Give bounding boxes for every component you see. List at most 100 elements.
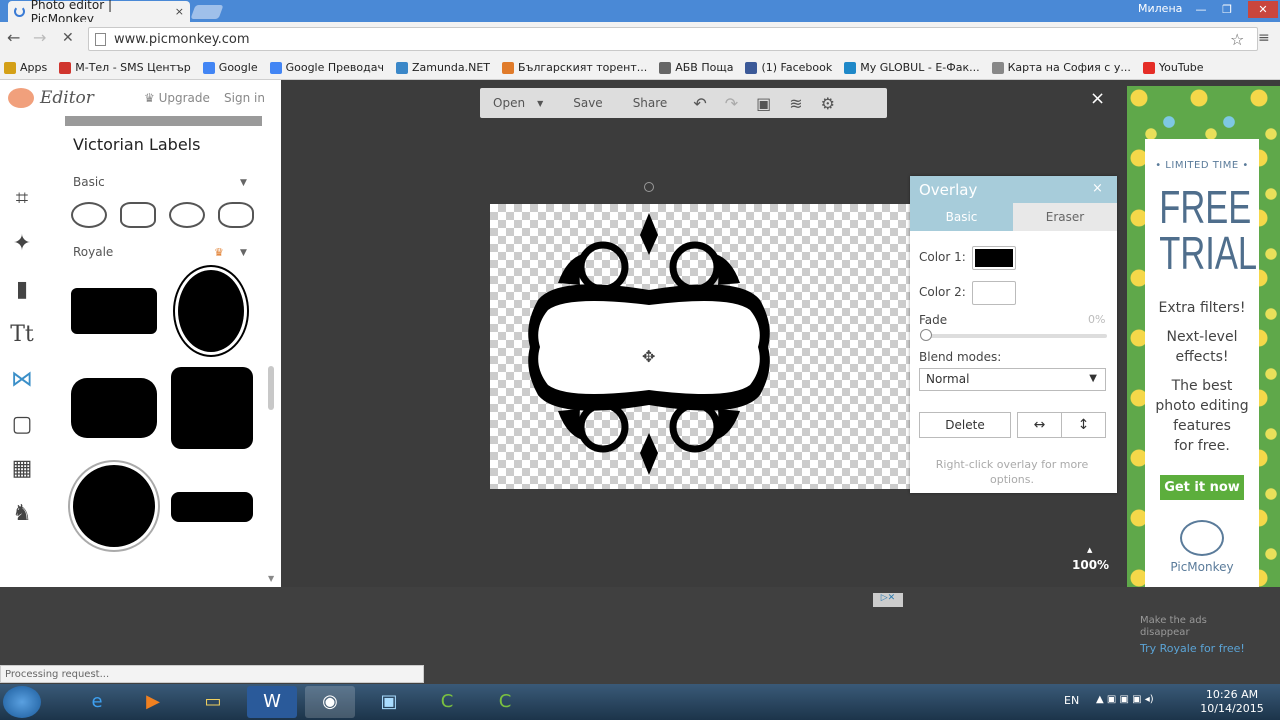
text-icon[interactable]: Tt xyxy=(8,322,36,350)
basic-label-2[interactable] xyxy=(120,202,156,228)
color1-swatch[interactable] xyxy=(972,246,1016,270)
bookmark-item[interactable]: Apps xyxy=(4,61,47,74)
bookmark-item[interactable]: АБВ Поща xyxy=(659,61,733,74)
bookmark-label: YouTube xyxy=(1158,61,1204,74)
address-bar[interactable]: www.picmonkey.com xyxy=(88,27,1258,51)
blend-mode-select[interactable]: Normal ▼ xyxy=(919,368,1106,391)
victorian-label-overlay[interactable]: ✥ xyxy=(518,205,780,485)
bookmark-item[interactable]: (1) Facebook xyxy=(745,61,832,74)
basic-label-3[interactable] xyxy=(169,202,205,228)
royale-label-3[interactable] xyxy=(71,378,157,438)
ad-get-it-now-button[interactable]: Get it now xyxy=(1160,475,1244,500)
explorer-icon[interactable]: ▭ xyxy=(188,686,238,718)
tab-close-icon[interactable]: × xyxy=(175,5,184,18)
loading-spinner-icon xyxy=(14,6,25,17)
royale-label-4[interactable] xyxy=(171,367,253,449)
chrome-menu-icon[interactable]: ≡ xyxy=(1258,30,1270,46)
bookmark-item[interactable]: Google xyxy=(202,61,258,74)
tray-icons[interactable]: ▲ ▣ ▣ ▣ ◂) xyxy=(1096,694,1154,705)
basic-caret-icon[interactable]: ▼ xyxy=(240,178,247,188)
fade-slider[interactable] xyxy=(921,334,1107,338)
zoom-level[interactable]: 100% xyxy=(1072,558,1109,572)
section-basic[interactable]: Basic xyxy=(73,175,105,189)
color2-swatch[interactable] xyxy=(972,281,1016,305)
image-icon[interactable]: ▣ xyxy=(756,94,771,113)
fade-slider-knob[interactable] xyxy=(920,329,932,341)
scroll-down-icon[interactable]: ▼ xyxy=(268,574,274,583)
media-player-icon[interactable]: ▶ xyxy=(128,686,178,718)
flip-horizontal-button[interactable]: ↔ xyxy=(1017,412,1062,438)
crop-icon[interactable]: ⌗ xyxy=(8,186,36,214)
redo-icon[interactable]: ↷ xyxy=(725,94,738,113)
royale-label-6[interactable] xyxy=(171,492,253,522)
royale-label-1[interactable] xyxy=(71,288,157,334)
word-icon[interactable]: W xyxy=(247,686,297,718)
camtasia-icon[interactable]: C xyxy=(422,686,472,718)
bookmark-label: Карта на София с у... xyxy=(1007,61,1131,74)
rotate-handle[interactable] xyxy=(644,182,654,192)
signin-link[interactable]: Sign in xyxy=(224,91,265,105)
butterfly-icon[interactable]: ⋈ xyxy=(8,367,36,395)
try-royale-link[interactable]: Try Royale for free! xyxy=(1140,642,1245,655)
bookmark-favicon-icon xyxy=(269,61,282,74)
magic-wand-icon[interactable]: ✦ xyxy=(8,231,36,259)
bookmark-item[interactable]: My GLOBUL - Е-Фак... xyxy=(844,61,980,74)
settings-icon[interactable]: ⚙ xyxy=(821,94,835,113)
stop-button[interactable]: ✕ xyxy=(62,30,74,46)
editor-close-icon[interactable]: × xyxy=(1090,88,1105,109)
layers-icon[interactable]: ≋ xyxy=(789,94,802,113)
upgrade-label: Upgrade xyxy=(158,91,210,105)
ad-line-3c: features xyxy=(1173,418,1231,434)
language-indicator[interactable]: EN xyxy=(1064,694,1079,707)
photo-viewer-icon[interactable]: ▣ xyxy=(364,686,414,718)
frame-icon[interactable]: ▢ xyxy=(8,412,36,440)
back-button[interactable]: ← xyxy=(7,28,20,47)
bookmark-item[interactable]: М-Тел - SMS Център xyxy=(59,61,191,74)
basic-label-4[interactable] xyxy=(218,202,254,228)
lipstick-icon[interactable]: ▮ xyxy=(8,277,36,305)
clock[interactable]: 10:26 AM 10/14/2015 xyxy=(1198,688,1266,716)
upgrade-link[interactable]: ♛ Upgrade xyxy=(144,91,210,105)
make-ads-disappear: Make the ads disappear xyxy=(1140,615,1207,639)
start-button[interactable] xyxy=(3,686,41,718)
royale-label-5[interactable] xyxy=(73,465,155,547)
texture-icon[interactable]: ▦ xyxy=(8,456,36,484)
minimize-button[interactable]: — xyxy=(1190,1,1212,18)
section-royale[interactable]: Royale xyxy=(73,245,113,259)
adchoices-icon[interactable]: ▷✕ xyxy=(873,593,903,607)
cat-icon[interactable]: ♞ xyxy=(8,501,36,529)
tab-basic[interactable]: Basic xyxy=(910,203,1013,231)
bookmark-item[interactable]: YouTube xyxy=(1142,61,1204,74)
chrome-icon[interactable]: ◉ xyxy=(305,686,355,718)
camtasia-recorder-icon[interactable]: C xyxy=(480,686,530,718)
bookmark-item[interactable]: Карта на София с у... xyxy=(991,61,1131,74)
overlay-close-icon[interactable]: × xyxy=(1092,181,1103,196)
tab-eraser[interactable]: Eraser xyxy=(1013,203,1117,231)
blend-value: Normal xyxy=(926,372,970,386)
window-close-button[interactable]: ✕ xyxy=(1248,1,1278,18)
forward-button[interactable]: → xyxy=(33,28,46,47)
bookmark-star-icon[interactable]: ☆ xyxy=(1230,30,1244,49)
royale-label-2[interactable] xyxy=(178,270,244,352)
restore-button[interactable]: ❐ xyxy=(1216,1,1238,18)
flip-vertical-button[interactable]: ↕ xyxy=(1061,412,1106,438)
share-button[interactable]: Share xyxy=(633,96,668,110)
zoom-caret-icon[interactable]: ▲ xyxy=(1087,546,1092,554)
bookmark-item[interactable]: Българският торент... xyxy=(502,61,647,74)
undo-icon[interactable]: ↶ xyxy=(693,94,706,113)
new-tab-button[interactable] xyxy=(190,5,224,19)
bookmark-label: (1) Facebook xyxy=(761,61,833,74)
open-button[interactable]: Open xyxy=(493,96,525,110)
bookmark-item[interactable]: Zamunda.NET xyxy=(395,61,490,74)
delete-button[interactable]: Delete xyxy=(919,412,1011,438)
open-caret-icon[interactable]: ▼ xyxy=(537,99,543,108)
profile-name[interactable]: Милена xyxy=(1138,2,1182,15)
basic-label-1[interactable] xyxy=(71,202,107,228)
browser-tab[interactable]: Photo editor | PicMonkey × xyxy=(8,0,190,26)
ie-icon[interactable]: e xyxy=(72,686,122,718)
bookmark-item[interactable]: Google Преводач xyxy=(269,61,384,74)
picmonkey-logo[interactable]: Editor xyxy=(8,88,94,108)
library-scrollbar[interactable] xyxy=(268,366,274,410)
royale-caret-icon[interactable]: ▼ xyxy=(240,248,247,258)
save-button[interactable]: Save xyxy=(573,96,602,110)
